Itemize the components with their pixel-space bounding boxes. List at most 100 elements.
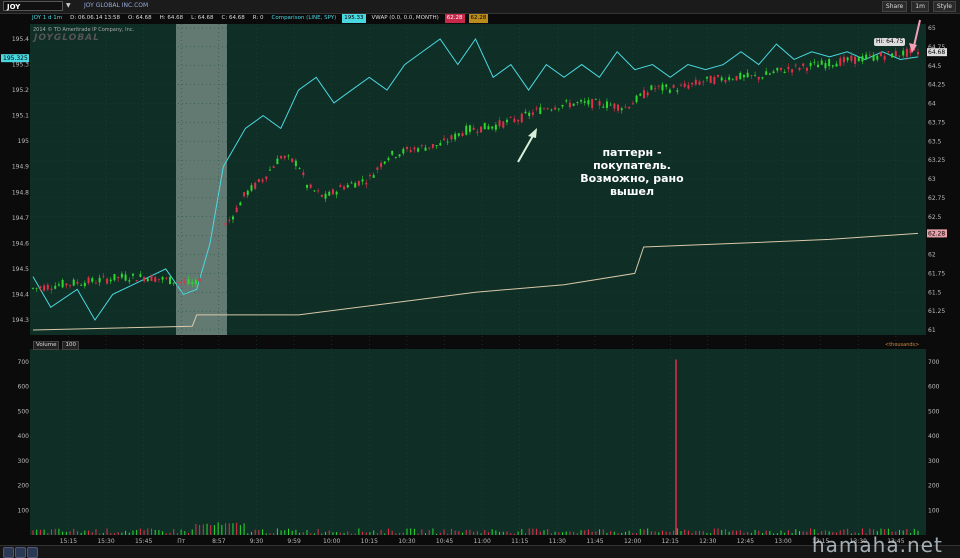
left-tick-1: 195.3 — [12, 62, 29, 69]
vol-left-tick-2: 500 — [18, 408, 30, 415]
vol-left-tick-6: 100 — [18, 507, 30, 514]
candle-body-116 — [461, 133, 464, 136]
candle-body-128 — [505, 119, 508, 123]
candle-body-4 — [46, 284, 49, 290]
scroll-left-button[interactable] — [27, 547, 38, 558]
candle-body-231 — [887, 51, 890, 53]
candle-body-67 — [280, 156, 283, 159]
candle-body-96 — [387, 158, 390, 160]
candle-body-217 — [835, 63, 838, 67]
candle-body-98 — [394, 157, 397, 158]
candle-body-145 — [568, 102, 571, 108]
candle-body-214 — [824, 63, 827, 69]
candle-body-42 — [187, 279, 190, 284]
candle-body-60 — [254, 182, 257, 189]
x-tick-13: 11:30 — [549, 538, 566, 545]
candle-body-82 — [335, 191, 338, 195]
candle-body-147 — [576, 102, 579, 103]
candle-body-22 — [113, 274, 116, 281]
right-tick-3: 64.25 — [928, 82, 945, 89]
candle-body-57 — [243, 192, 246, 197]
candle-body-71 — [294, 160, 297, 167]
vol-left-tick-5: 200 — [18, 483, 30, 490]
volume-title[interactable]: Volume — [33, 341, 60, 350]
candle-body-239 — [917, 52, 919, 55]
left-current-label: 195.325 — [3, 55, 28, 62]
zoom-out-button[interactable] — [3, 547, 14, 558]
candle-body-144 — [565, 100, 568, 102]
candle-body-92 — [372, 175, 375, 178]
candle-body-102 — [409, 149, 412, 152]
candle-body-78 — [320, 194, 323, 197]
candle-body-126 — [498, 120, 501, 127]
candle-body-79 — [324, 193, 327, 199]
candle-body-215 — [828, 59, 831, 67]
right-tick-15: 61.25 — [928, 308, 945, 315]
candle-body-153 — [598, 100, 601, 106]
candle-body-142 — [557, 108, 560, 110]
candle-body-159 — [620, 108, 623, 111]
candle-body-226 — [868, 54, 871, 56]
candle-body-26 — [128, 280, 131, 282]
vol-left-tick-3: 400 — [18, 433, 30, 440]
candle-body-56 — [239, 202, 242, 206]
candle-body-196 — [757, 76, 760, 80]
price-chart[interactable]: 195.4 195.3 195.2 195.1 195 194.9 194.8 194.7 19… — [0, 0, 960, 545]
candle-body-9 — [65, 283, 68, 286]
candle-body-120 — [476, 131, 479, 133]
candle-body-86 — [350, 182, 353, 184]
candle-body-183 — [709, 75, 712, 84]
candle-body-30 — [143, 277, 146, 282]
candle-body-172 — [668, 89, 671, 93]
candle-body-3 — [43, 285, 46, 291]
left-axis: 195.4 195.3 195.2 195.1 195 194.9 194.8 194.7 19… — [1, 36, 29, 324]
candle-body-124 — [491, 126, 494, 129]
candle-body-115 — [457, 133, 460, 136]
candle-body-113 — [450, 135, 453, 140]
x-tick-6: 9:59 — [287, 538, 301, 545]
vol-left-tick-4: 300 — [18, 458, 30, 465]
x-tick-1: 15:30 — [97, 538, 114, 545]
candle-body-106 — [424, 147, 427, 151]
candle-body-234 — [898, 55, 901, 57]
candle-body-186 — [720, 77, 723, 81]
left-tick-5: 194.9 — [12, 164, 29, 171]
candle-body-213 — [820, 60, 823, 65]
candle-body-130 — [513, 118, 516, 122]
candle-body-232 — [891, 53, 894, 58]
candle-body-174 — [676, 90, 679, 92]
candle-body-34 — [157, 278, 160, 280]
zoom-in-button[interactable] — [15, 547, 26, 558]
candle-body-117 — [465, 125, 468, 135]
candle-body-73 — [302, 172, 305, 176]
candle-body-208 — [802, 63, 805, 66]
x-tick-16: 12:15 — [662, 538, 679, 545]
candle-body-135 — [531, 112, 534, 115]
candle-body-61 — [257, 179, 260, 182]
candle-body-25 — [124, 274, 127, 281]
right-last-label: 64.68 — [928, 49, 945, 56]
candle-body-170 — [661, 84, 664, 91]
candle-body-158 — [617, 104, 620, 111]
left-tick-6: 194.8 — [12, 189, 29, 196]
candle-body-207 — [798, 67, 801, 70]
candle-body-189 — [731, 79, 734, 81]
candle-body-228 — [876, 55, 879, 60]
candle-body-12 — [76, 281, 79, 284]
right-tick-4: 64 — [928, 101, 936, 108]
candle-body-66 — [276, 158, 279, 165]
candle-body-169 — [657, 85, 660, 87]
candle-body-150 — [587, 100, 590, 105]
right-tick-16: 61 — [928, 327, 936, 334]
x-tick-4: 8:57 — [212, 538, 226, 545]
candle-body-95 — [383, 161, 386, 164]
candle-body-76 — [313, 190, 316, 192]
left-tick-4: 195 — [18, 138, 30, 145]
candle-body-198 — [765, 71, 768, 75]
candle-body-173 — [672, 85, 675, 88]
candle-body-83 — [339, 185, 342, 188]
x-tick-9: 10:30 — [398, 538, 415, 545]
candle-body-0 — [32, 287, 34, 289]
right-vwap-label: 62.28 — [928, 230, 945, 237]
right-tick-13: 61.75 — [928, 270, 945, 277]
